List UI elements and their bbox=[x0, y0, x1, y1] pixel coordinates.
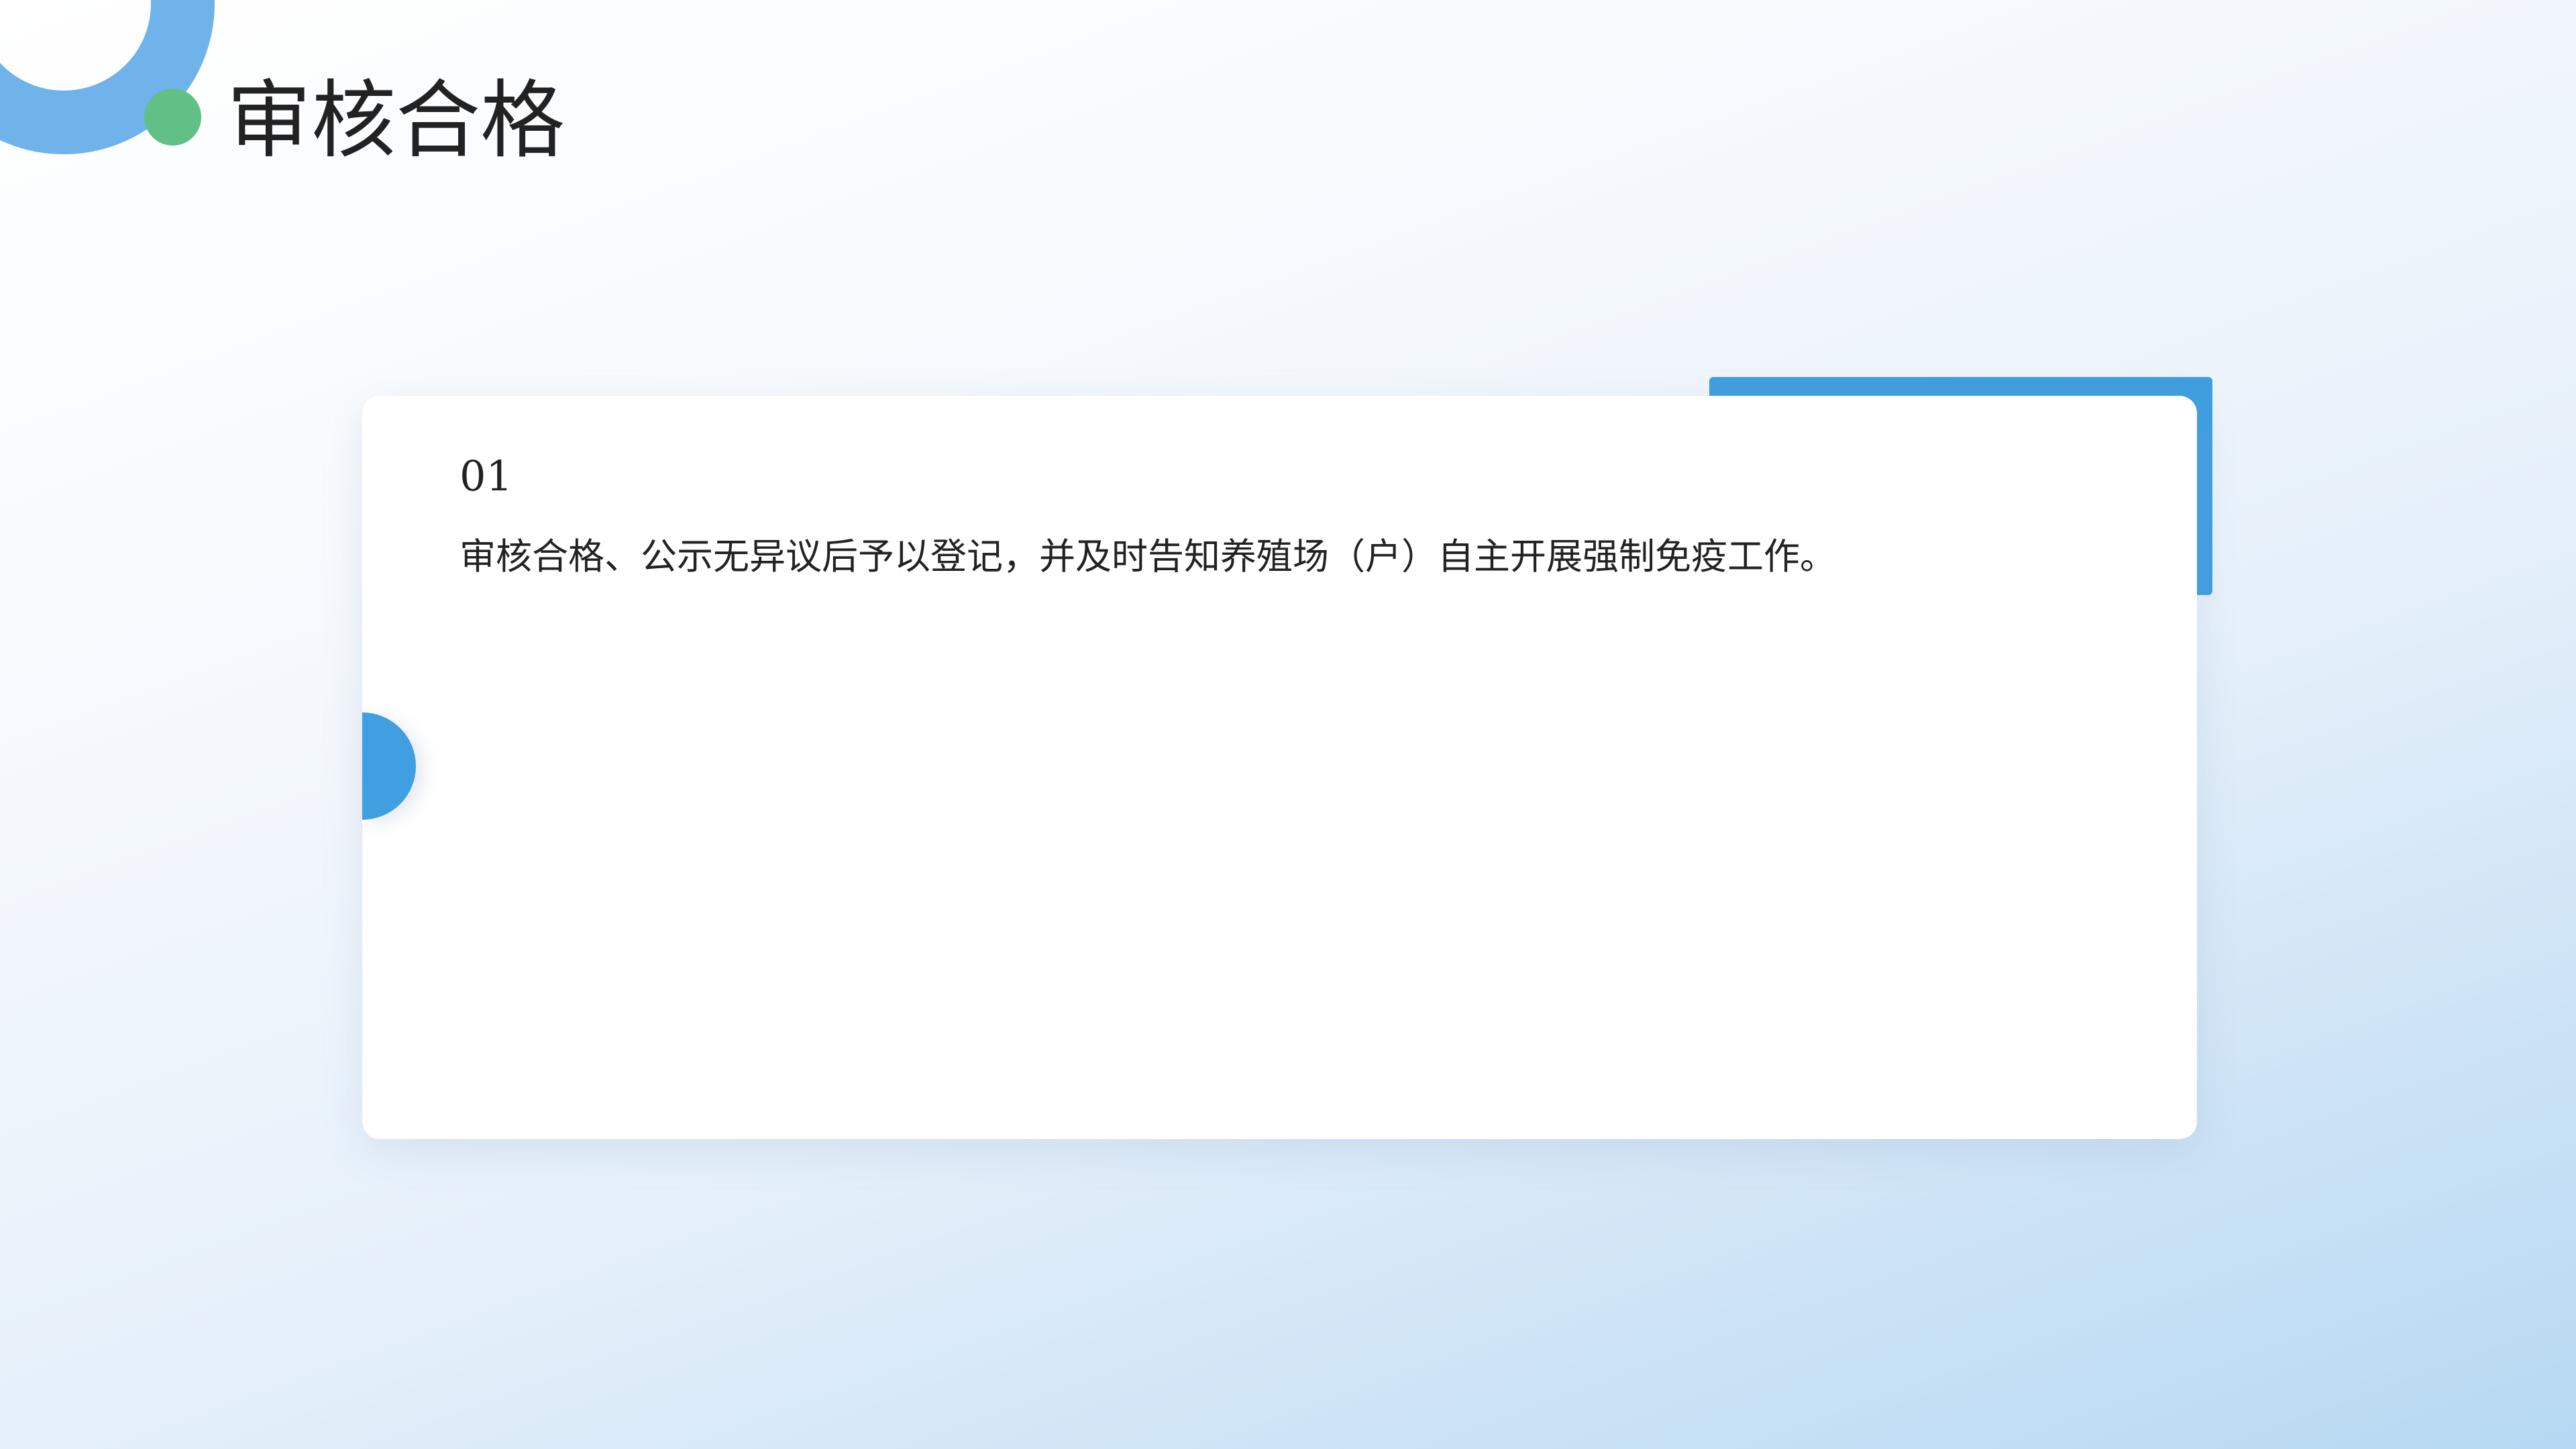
title-dot-icon bbox=[144, 89, 201, 146]
card-number: 01 bbox=[460, 451, 513, 500]
card-text: 审核合格、公示无异议后予以登记，并及时告知养殖场（户）自主开展强制免疫工作。 bbox=[460, 535, 1836, 578]
content-card: 01 审核合格、公示无异议后予以登记，并及时告知养殖场（户）自主开展强制免疫工作… bbox=[362, 396, 2197, 1139]
page-title: 审核合格 bbox=[227, 71, 565, 170]
